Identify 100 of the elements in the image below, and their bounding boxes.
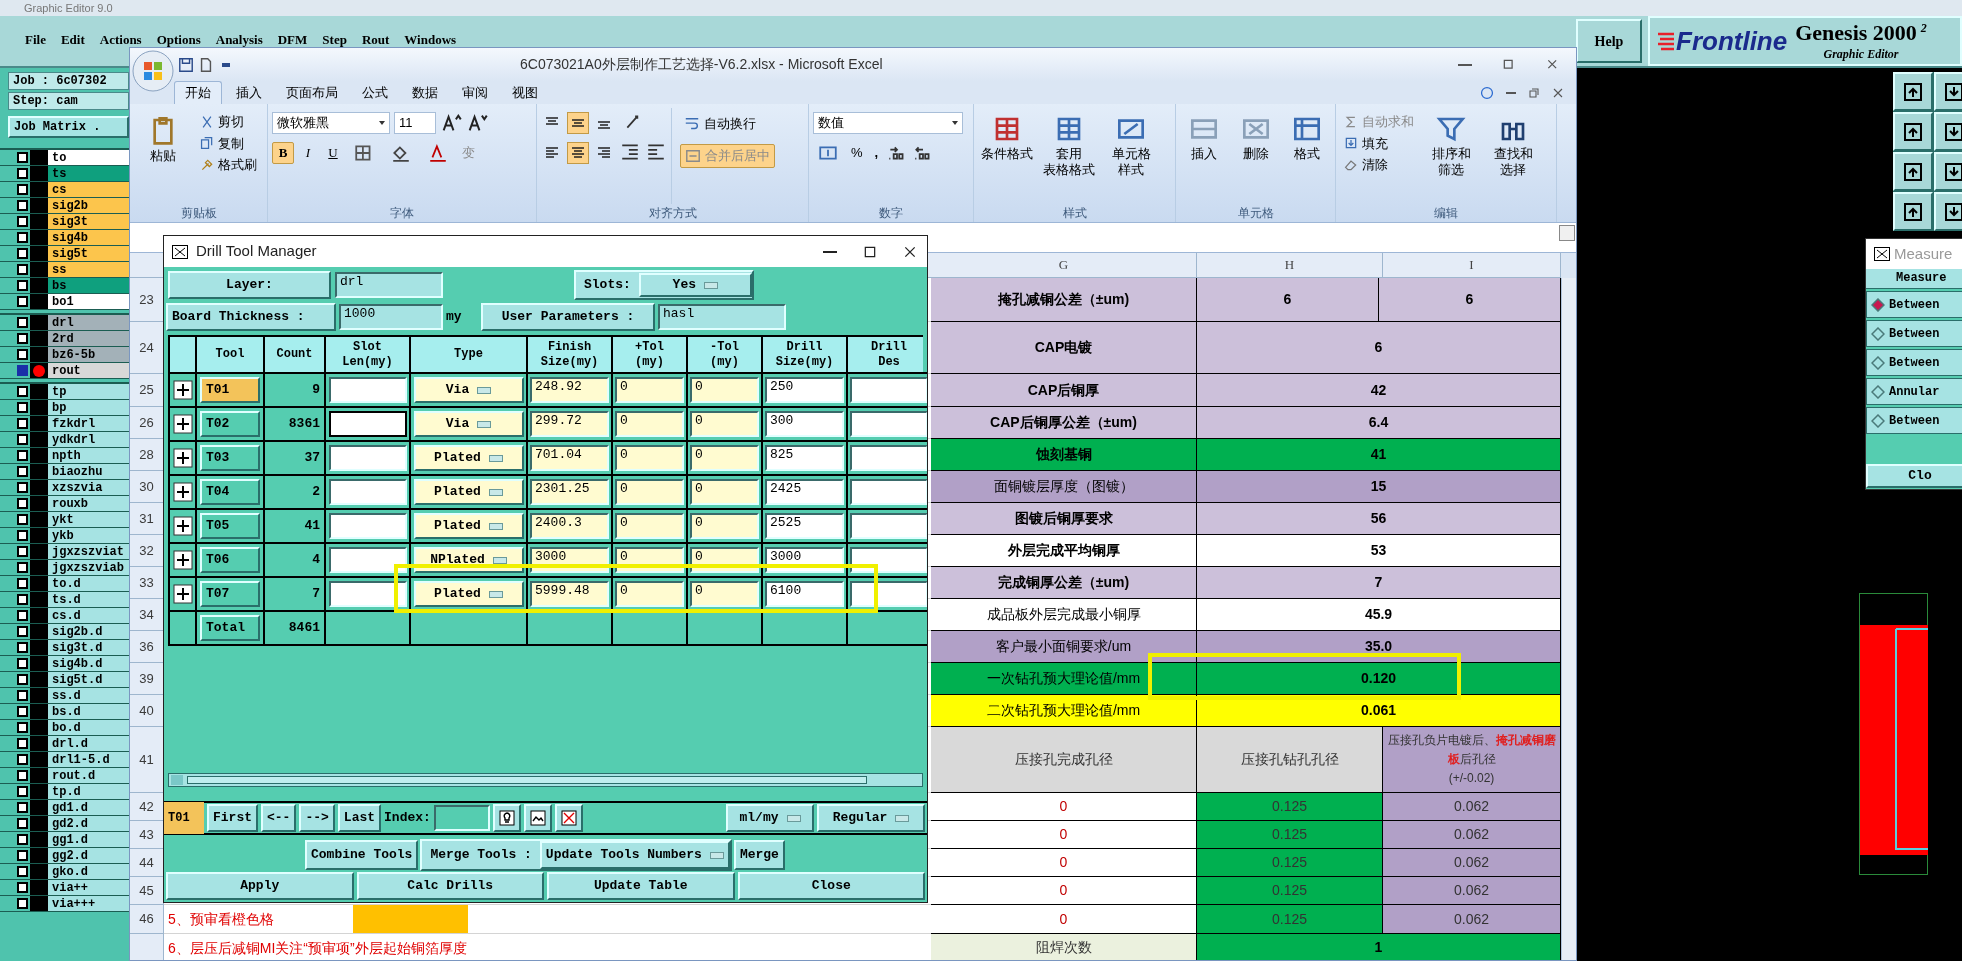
layer-name[interactable]: bo1 — [48, 294, 129, 309]
layer-checkbox[interactable] — [17, 722, 28, 733]
layer-name[interactable]: tp — [48, 384, 129, 399]
layer-checkbox[interactable] — [17, 690, 28, 701]
measure-option[interactable]: Between — [1866, 291, 1962, 318]
layer-name[interactable]: sig3t.d — [48, 640, 129, 655]
layer-name[interactable]: to.d — [48, 576, 129, 591]
underline-button[interactable]: U — [322, 142, 344, 164]
plus-tolerance-field[interactable]: 0 — [615, 581, 684, 607]
toolbar-button[interactable] — [1934, 72, 1962, 111]
first-button[interactable]: First — [207, 804, 258, 832]
minimize-icon[interactable] — [1458, 63, 1472, 66]
layer-checkbox[interactable] — [17, 264, 28, 275]
layer-name[interactable]: sig4b.d — [48, 656, 129, 671]
layer-name[interactable]: 2rd — [48, 331, 129, 346]
drill-size-field[interactable]: 2425 — [765, 479, 844, 505]
percent-button[interactable]: % — [847, 142, 867, 164]
measure-option[interactable]: Between — [1866, 349, 1962, 376]
minus-tolerance-field[interactable]: 0 — [690, 445, 759, 471]
tool-button[interactable]: T01 — [200, 377, 260, 403]
layer-checkbox[interactable] — [17, 850, 28, 861]
menu-item[interactable]: Actions — [99, 33, 142, 46]
layer-checkbox[interactable] — [17, 168, 28, 179]
layer-checkbox[interactable] — [17, 152, 28, 163]
plus-tolerance-field[interactable]: 0 — [615, 445, 684, 471]
layer-checkbox[interactable] — [17, 248, 28, 259]
menu-item[interactable]: File — [25, 33, 46, 46]
header-corner[interactable] — [130, 253, 164, 278]
layer-checkbox[interactable] — [17, 333, 28, 344]
layer-name[interactable]: bz6-5b — [48, 347, 129, 362]
layer-checkbox[interactable] — [17, 658, 28, 669]
italic-button[interactable]: I — [297, 142, 319, 164]
slot-length-field[interactable] — [328, 411, 407, 437]
index-field[interactable] — [433, 805, 490, 831]
slot-length-field[interactable] — [328, 547, 407, 573]
layer-checkbox[interactable] — [17, 530, 28, 541]
layer-name[interactable]: jgxzszviat — [48, 544, 129, 559]
layer-checkbox[interactable] — [17, 754, 28, 765]
toolbar-button[interactable] — [1893, 112, 1933, 151]
layer-name[interactable]: ydkdrl — [48, 432, 129, 447]
layer-checkbox[interactable] — [17, 280, 28, 291]
dialog-button[interactable]: Calc Drills — [356, 872, 544, 900]
layer-name[interactable]: fzkdrl — [48, 416, 129, 431]
layer-name[interactable]: rouxb — [48, 496, 129, 511]
slots-dropdown[interactable]: Yes — [638, 273, 752, 297]
layer-name[interactable]: bp — [48, 400, 129, 415]
minimize-icon[interactable] — [823, 250, 837, 253]
layer-field[interactable]: drl — [335, 272, 443, 298]
ribbon-tab[interactable]: 页面布局 — [276, 81, 348, 104]
finish-size-field[interactable]: 701.04 — [530, 445, 609, 471]
combine-tools-button[interactable]: Combine Tools — [305, 840, 419, 870]
dialog-button[interactable]: Apply — [166, 872, 354, 900]
layer-name[interactable]: drl1-5.d — [48, 752, 129, 767]
layer-checkbox[interactable] — [17, 738, 28, 749]
cell-styles-button[interactable]: 单元格 样式 — [1102, 108, 1160, 204]
layer-checkbox[interactable] — [17, 898, 28, 909]
board-thickness-field[interactable]: 1000 — [339, 303, 443, 330]
finish-size-field[interactable]: 2400.3 — [530, 513, 609, 539]
find-select-button[interactable]: 查找和 选择 — [1484, 108, 1542, 204]
finish-size-field[interactable]: 248.92 — [530, 377, 609, 403]
drill-size-field[interactable]: 6100 — [765, 581, 844, 607]
layer-name[interactable]: rout.d — [48, 768, 129, 783]
tool-action-button[interactable] — [523, 804, 552, 832]
layer-checkbox[interactable] — [17, 834, 28, 845]
column-header[interactable]: H — [1197, 253, 1383, 278]
layer-name[interactable]: ts.d — [48, 592, 129, 607]
ribbon-tab[interactable]: 审阅 — [452, 81, 498, 104]
drill-size-field[interactable]: 250 — [765, 377, 844, 403]
layer-checkbox[interactable] — [17, 642, 28, 653]
ribbon-tab[interactable]: 数据 — [402, 81, 448, 104]
expand-row-icon[interactable] — [172, 550, 193, 570]
conditional-format-button[interactable]: 条件格式 — [978, 108, 1036, 204]
layer-name[interactable]: sig5t.d — [48, 672, 129, 687]
layer-name[interactable]: gg1.d — [48, 832, 129, 847]
layer-name[interactable]: jgxzszviab — [48, 560, 129, 575]
format-button[interactable]: 格式 — [1283, 108, 1331, 204]
finish-size-field[interactable]: 2301.25 — [530, 479, 609, 505]
layer-checkbox[interactable] — [17, 882, 28, 893]
layer-checkbox[interactable] — [17, 610, 28, 621]
layer-checkbox[interactable] — [17, 770, 28, 781]
layer-checkbox[interactable] — [17, 450, 28, 461]
type-dropdown[interactable]: Via — [413, 411, 524, 437]
minus-tolerance-field[interactable]: 0 — [690, 581, 759, 607]
drill-description-field[interactable] — [850, 411, 927, 437]
layer-name[interactable]: bo.d — [48, 720, 129, 735]
menu-item[interactable]: Options — [156, 33, 201, 46]
drill-description-field[interactable] — [850, 513, 927, 539]
number-format-field[interactable]: 数值 — [813, 112, 963, 134]
office-logo-icon[interactable] — [132, 50, 174, 92]
layer-name[interactable]: npth — [48, 448, 129, 463]
type-dropdown[interactable]: Via — [413, 377, 524, 403]
layer-name[interactable]: ykt — [48, 512, 129, 527]
menu-item[interactable]: Analysis — [215, 33, 263, 46]
next-button[interactable]: --> — [299, 804, 335, 832]
tool-button[interactable]: T04 — [200, 479, 260, 505]
mode-dropdown[interactable]: Regular — [817, 804, 925, 832]
minus-tolerance-field[interactable]: 0 — [690, 513, 759, 539]
layer-checkbox[interactable] — [17, 466, 28, 477]
layer-name[interactable]: rout — [48, 363, 129, 378]
comma-button[interactable]: , — [870, 142, 883, 164]
